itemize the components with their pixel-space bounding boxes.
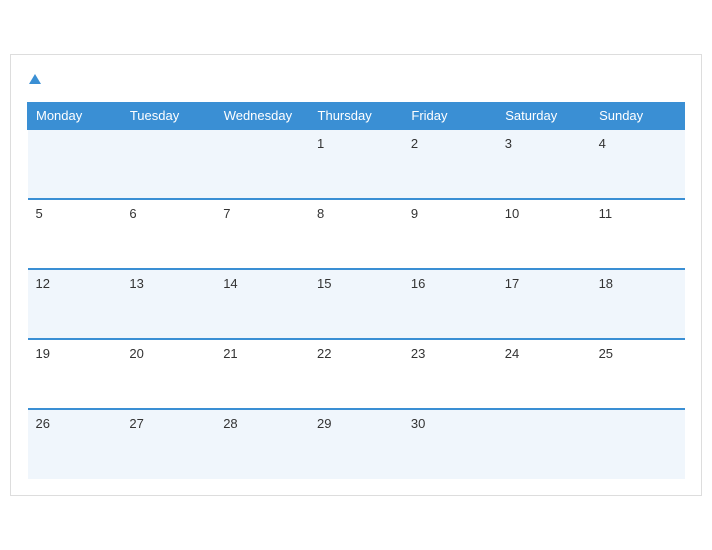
calendar-weekdays: MondayTuesdayWednesdayThursdayFridaySatu…	[28, 103, 685, 130]
week-row-0: 1 2 3 4	[28, 129, 685, 199]
calendar-cell: 11	[591, 199, 685, 269]
day-number: 25	[599, 346, 677, 361]
day-number: 24	[505, 346, 583, 361]
day-number: 5	[36, 206, 114, 221]
day-number: 15	[317, 276, 395, 291]
calendar-cell: 12	[28, 269, 122, 339]
calendar-cell	[591, 409, 685, 479]
weekday-header-sunday: Sunday	[591, 103, 685, 130]
day-number: 22	[317, 346, 395, 361]
calendar-cell: 7	[215, 199, 309, 269]
calendar-cell: 17	[497, 269, 591, 339]
day-number: 18	[599, 276, 677, 291]
week-row-1: 56 7 8 9 10 11	[28, 199, 685, 269]
day-number: 8	[317, 206, 395, 221]
day-number: 29	[317, 416, 395, 431]
calendar-container: MondayTuesdayWednesdayThursdayFridaySatu…	[10, 54, 702, 497]
day-number: 21	[223, 346, 301, 361]
calendar-cell: 10	[497, 199, 591, 269]
week-row-4: 26 27 28 29 30	[28, 409, 685, 479]
day-number: 20	[129, 346, 207, 361]
day-number: 19	[36, 346, 114, 361]
calendar-cell: 3	[497, 129, 591, 199]
day-number: 10	[505, 206, 583, 221]
calendar-cell: 28	[215, 409, 309, 479]
calendar-cell: 18	[591, 269, 685, 339]
calendar-cell: 5	[28, 199, 122, 269]
calendar-header	[27, 71, 685, 89]
day-number: 4	[599, 136, 677, 151]
calendar-cell: 8	[309, 199, 403, 269]
logo	[27, 71, 41, 89]
weekday-header-friday: Friday	[403, 103, 497, 130]
weekday-header-wednesday: Wednesday	[215, 103, 309, 130]
calendar-cell: 30	[403, 409, 497, 479]
calendar-cell: 16	[403, 269, 497, 339]
calendar-cell: 27	[121, 409, 215, 479]
day-number: 11	[599, 206, 677, 221]
day-number: 30	[411, 416, 489, 431]
weekday-header-saturday: Saturday	[497, 103, 591, 130]
day-number: 23	[411, 346, 489, 361]
calendar-cell: 20	[121, 339, 215, 409]
calendar-cell	[121, 129, 215, 199]
weekday-header-thursday: Thursday	[309, 103, 403, 130]
day-number: 2	[411, 136, 489, 151]
calendar-cell: 26	[28, 409, 122, 479]
calendar-cell: 9	[403, 199, 497, 269]
calendar-cell: 1	[309, 129, 403, 199]
weekday-header-monday: Monday	[28, 103, 122, 130]
calendar-cell: 2	[403, 129, 497, 199]
calendar-cell: 15	[309, 269, 403, 339]
day-number: 27	[129, 416, 207, 431]
day-number: 3	[505, 136, 583, 151]
day-number: 9	[411, 206, 489, 221]
day-number: 16	[411, 276, 489, 291]
calendar-cell: 21	[215, 339, 309, 409]
week-row-2: 12 13 14 15 16 17 18	[28, 269, 685, 339]
calendar-cell	[215, 129, 309, 199]
calendar-cell: 22	[309, 339, 403, 409]
calendar-body: 1234567891011121314151617181920212223242…	[28, 129, 685, 479]
calendar-cell: 6	[121, 199, 215, 269]
day-number: 26	[36, 416, 114, 431]
day-number: 14	[223, 276, 301, 291]
calendar-grid: MondayTuesdayWednesdayThursdayFridaySatu…	[27, 102, 685, 479]
day-number: 7	[223, 206, 301, 221]
logo-general	[27, 71, 41, 89]
calendar-cell: 19	[28, 339, 122, 409]
day-number: 6	[129, 206, 207, 221]
day-number: 28	[223, 416, 301, 431]
day-number: 13	[129, 276, 207, 291]
calendar-cell: 23	[403, 339, 497, 409]
day-number: 12	[36, 276, 114, 291]
calendar-cell: 29	[309, 409, 403, 479]
calendar-cell: 13	[121, 269, 215, 339]
weekday-row: MondayTuesdayWednesdayThursdayFridaySatu…	[28, 103, 685, 130]
day-number: 1	[317, 136, 395, 151]
calendar-cell: 14	[215, 269, 309, 339]
calendar-cell: 4	[591, 129, 685, 199]
week-row-3: 19 20 21 22 23 24 25	[28, 339, 685, 409]
weekday-header-tuesday: Tuesday	[121, 103, 215, 130]
calendar-cell	[497, 409, 591, 479]
calendar-cell	[28, 129, 122, 199]
calendar-cell: 25	[591, 339, 685, 409]
day-number: 17	[505, 276, 583, 291]
calendar-cell: 24	[497, 339, 591, 409]
logo-triangle-icon	[29, 74, 41, 84]
